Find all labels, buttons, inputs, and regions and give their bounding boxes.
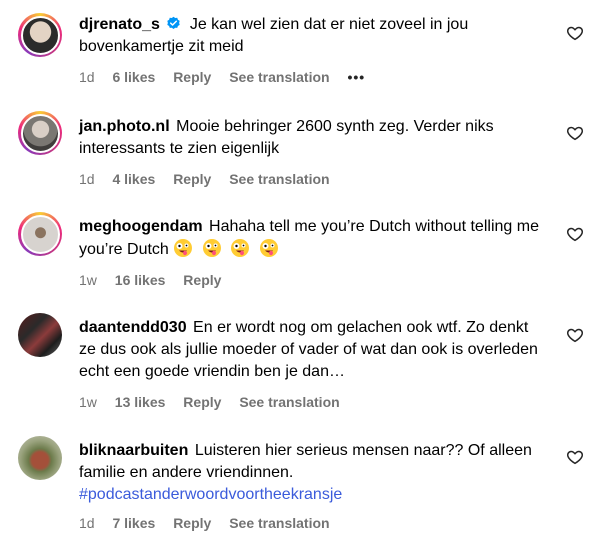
comment-body: jan.photo.nl Mooie behringer 2600 synth … (79, 116, 549, 160)
heart-outline-icon[interactable] (566, 24, 584, 42)
comment-username[interactable]: meghoogendam (79, 218, 203, 235)
avatar[interactable] (18, 111, 62, 155)
comment-time[interactable]: 1d (79, 171, 95, 187)
comment-likes[interactable]: 7 likes (112, 515, 155, 531)
reply-button[interactable]: Reply (173, 171, 211, 187)
comment-meta: 1w 16 likes Reply (79, 271, 235, 289)
avatar[interactable] (18, 212, 62, 256)
comment-meta: 1d 6 likes Reply See translation ••• (79, 68, 379, 86)
avatar[interactable] (18, 13, 62, 57)
reply-button[interactable]: Reply (183, 272, 221, 288)
comment-time[interactable]: 1d (79, 69, 95, 85)
comment-body: djrenato_s Je kan wel zien dat er niet z… (79, 14, 549, 58)
avatar-image (18, 436, 62, 480)
reply-button[interactable]: Reply (173, 69, 211, 85)
comment-body: daantendd030 En er wordt nog om gelachen… (79, 317, 549, 383)
more-options-icon[interactable]: ••• (347, 69, 365, 85)
comment-time[interactable]: 1w (79, 394, 97, 410)
zany-face-emoji (231, 239, 250, 257)
comment-meta: 1d 4 likes Reply See translation (79, 170, 344, 188)
avatar-image (20, 214, 60, 254)
avatar-image (20, 113, 60, 153)
reply-button[interactable]: Reply (173, 515, 211, 531)
see-translation-button[interactable]: See translation (229, 171, 329, 187)
zany-face-emoji (202, 239, 221, 257)
reply-button[interactable]: Reply (183, 394, 221, 410)
comment-username[interactable]: jan.photo.nl (79, 118, 170, 135)
hashtag-link[interactable]: #podcastanderwoordvoortheekransje (79, 486, 342, 503)
comment-meta: 1d 7 likes Reply See translation (79, 514, 344, 532)
heart-outline-icon[interactable] (566, 448, 584, 466)
comment-likes[interactable]: 16 likes (115, 272, 166, 288)
see-translation-button[interactable]: See translation (229, 515, 329, 531)
emoji-group (173, 239, 282, 258)
comment-meta: 1w 13 likes Reply See translation (79, 393, 354, 411)
avatar[interactable] (18, 436, 62, 480)
see-translation-button[interactable]: See translation (229, 69, 329, 85)
verified-badge-icon (167, 16, 181, 29)
see-translation-button[interactable]: See translation (239, 394, 339, 410)
comment-likes[interactable]: 13 likes (115, 394, 166, 410)
avatar-image (20, 15, 60, 55)
zany-face-emoji (259, 239, 278, 257)
avatar[interactable] (18, 313, 62, 357)
comment-username[interactable]: bliknaarbuiten (79, 442, 188, 459)
heart-outline-icon[interactable] (566, 225, 584, 243)
comment-time[interactable]: 1w (79, 272, 97, 288)
heart-outline-icon[interactable] (566, 326, 584, 344)
comment-username[interactable]: djrenato_s (79, 16, 160, 33)
comment-time[interactable]: 1d (79, 515, 95, 531)
comment-body: bliknaarbuiten Luisteren hier serieus me… (79, 440, 549, 506)
comment-body: meghoogendam Hahaha tell me you’re Dutch… (79, 216, 549, 261)
zany-face-emoji (174, 239, 193, 257)
comment-likes[interactable]: 4 likes (112, 171, 155, 187)
heart-outline-icon[interactable] (566, 124, 584, 142)
avatar-image (18, 313, 62, 357)
comment-username[interactable]: daantendd030 (79, 319, 187, 336)
comment-likes[interactable]: 6 likes (112, 69, 155, 85)
